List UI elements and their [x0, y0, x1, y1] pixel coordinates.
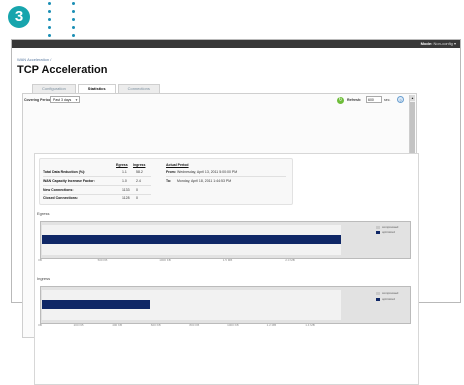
app-window: Mode: Non-config ▾ WAN Acceleration / TC…	[11, 39, 461, 385]
help-icon[interactable]: ?	[397, 96, 404, 103]
x-tick-label: 1.5 MB	[222, 258, 233, 262]
refresh-label: Refresh:	[347, 98, 362, 102]
statistics-content: Egress Ingress Actual Period Total Data …	[34, 153, 419, 385]
dotted-connector-left	[48, 2, 51, 42]
stat-ingress-value: 2.4	[136, 179, 141, 183]
x-tick-label: 500 KB	[97, 258, 108, 262]
row-divider	[43, 176, 151, 177]
x-tick-label: 0B	[38, 258, 42, 262]
stat-label: Total Data Reduction (%):	[43, 170, 86, 174]
statistics-panel: Covering Period: Past 3 days ▼ ↻ Refresh…	[22, 93, 419, 385]
x-tick-label: 1000 KB	[227, 323, 239, 327]
ingress-chart: compressed optimized	[40, 286, 411, 324]
egress-x-axis: 0B 500 KB 1000 KB 1.5 MB 2.0 MB	[36, 258, 336, 263]
scroll-up-icon[interactable]: ▲	[410, 95, 415, 101]
legend-label: compressed	[382, 225, 399, 229]
stat-ingress-value: 0	[136, 188, 138, 192]
ingress-header: Ingress	[133, 163, 146, 167]
egress-optimized-bar	[42, 235, 341, 244]
page-title: TCP Acceleration	[17, 64, 108, 76]
x-tick-label: 1.2 MB	[266, 323, 277, 327]
refresh-interval-input[interactable]: 600	[366, 96, 382, 103]
stat-ingress-value: 58.2	[136, 170, 143, 174]
period-from-value: Wednesday, April 13, 2011 5:00:00 PM	[177, 170, 238, 174]
legend-swatch-compressed	[376, 291, 380, 295]
stat-egress-value: 1.0	[122, 179, 127, 183]
x-tick-label: 1000 KB	[159, 258, 171, 262]
tab-bar: Configuration Statistics Connections	[32, 84, 162, 94]
mode-value: Non-config ▾	[433, 41, 456, 46]
row-divider	[43, 194, 151, 195]
covering-period-select[interactable]: Past 3 days ▼	[50, 96, 80, 103]
refresh-unit: sec.	[384, 98, 391, 102]
period-to-value: Monday, April 18, 2011 1:44:53 PM	[177, 179, 232, 183]
egress-header: Egress	[116, 163, 128, 167]
x-tick-label: 600 KB	[150, 323, 161, 327]
stat-label: WAN Capacity Increase Factor:	[43, 179, 95, 183]
tab-configuration[interactable]: Configuration	[32, 84, 76, 93]
stat-label: New Connections:	[43, 188, 74, 192]
legend-swatch-optimized	[376, 230, 380, 234]
refresh-icon[interactable]: ↻	[337, 97, 344, 104]
tab-connections[interactable]: Connections	[117, 84, 160, 93]
legend-item: compressed	[376, 291, 398, 295]
stat-egress-value: 1.1	[122, 170, 127, 174]
egress-plot-area	[42, 225, 341, 255]
egress-title: Egress	[37, 211, 50, 216]
ingress-title: Ingress	[37, 276, 51, 281]
chevron-down-icon: ▼	[75, 98, 78, 102]
mode-selector[interactable]: Mode: Non-config ▾	[421, 40, 456, 48]
egress-chart: compressed optimized	[40, 221, 411, 259]
dotted-connector-right	[72, 2, 75, 42]
breadcrumb[interactable]: WAN Acceleration /	[17, 57, 51, 62]
x-tick-label: 200 KB	[73, 323, 84, 327]
ingress-x-axis: 0B 200 KB 400 KB 600 KB 800 KB 1000 KB 1.2 MB 1…	[36, 323, 336, 328]
row-divider	[43, 185, 151, 186]
legend-label: optimized	[382, 297, 395, 301]
legend-swatch-optimized	[376, 297, 380, 301]
period-to-label: To:	[166, 179, 172, 183]
step-badge: 3	[8, 6, 30, 28]
x-tick-label: 1.4 MB	[305, 323, 315, 327]
period-from-label: From:	[166, 170, 176, 174]
mode-label: Mode:	[420, 41, 433, 46]
ingress-plot-area	[42, 290, 341, 320]
ingress-optimized-bar	[42, 300, 150, 309]
x-tick-label: 400 KB	[112, 323, 123, 327]
stat-egress-value: 1128	[122, 196, 130, 200]
row-divider	[166, 176, 286, 177]
legend-swatch-compressed	[376, 225, 380, 229]
stats-summary-box: Egress Ingress Actual Period Total Data …	[39, 158, 293, 205]
covering-period-label: Covering Period:	[24, 98, 53, 102]
legend-label: compressed	[382, 291, 399, 295]
stat-egress-value: 1133	[122, 188, 130, 192]
actual-period-header: Actual Period	[166, 163, 189, 167]
top-bar: Mode: Non-config ▾	[12, 40, 460, 48]
legend-item: optimized	[376, 297, 395, 301]
legend-item: compressed	[376, 225, 398, 229]
x-tick-label: 2.0 MB	[285, 258, 295, 262]
legend-item: optimized	[376, 230, 395, 234]
stat-ingress-value: 0	[136, 196, 138, 200]
x-tick-label: 800 KB	[189, 323, 200, 327]
stat-label: Closed Connections:	[43, 196, 79, 200]
legend-label: optimized	[382, 230, 395, 234]
covering-period-value: Past 3 days	[53, 98, 72, 102]
x-tick-label: 0B	[38, 323, 42, 327]
